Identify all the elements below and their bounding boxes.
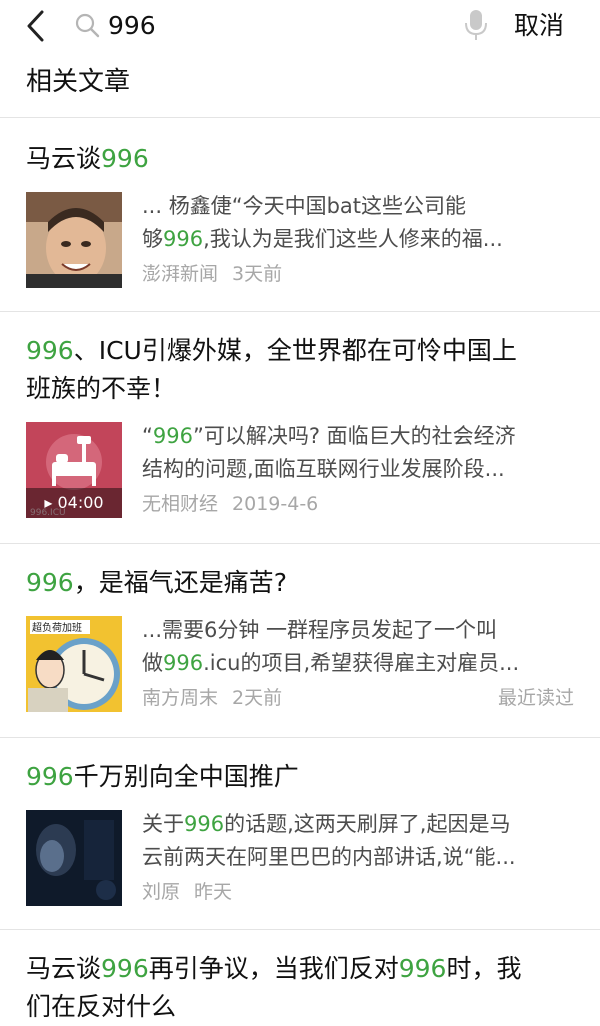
related-articles-header: 相关文章	[0, 52, 600, 118]
article-item[interactable]: 马云谈996再引争议，当我们反对996时，我 们在反对什么	[0, 930, 600, 1025]
article-title: 马云谈996	[26, 144, 149, 173]
article-snippet: ... 杨鑫倢“今天中国bat这些公司能 够996,我认为是我们这些人修来的福.…	[142, 194, 503, 251]
microphone-icon[interactable]	[464, 9, 488, 41]
article-title: 996、ICU引爆外媒，全世界都在可怜中国上 班族的不幸！	[26, 336, 517, 403]
article-source: 南方周末	[142, 687, 219, 709]
article-date: 2天前	[232, 687, 283, 709]
article-item[interactable]: 996，是福气还是痛苦? 超负荷加班 ...需要6分钟 一群程序员发起了一个叫 …	[0, 544, 600, 738]
search-input[interactable]	[108, 7, 448, 43]
article-date: 3天前	[232, 263, 283, 285]
article-item[interactable]: 马云谈996 ... 杨鑫倢“今天中国bat这些公司能 够996,我认为是我们这…	[0, 118, 600, 312]
article-snippet: 关于996的话题,这两天刷屏了,起因是马 云前两天在阿里巴巴的内部讲话,说“能.…	[142, 812, 516, 869]
article-source: 澎湃新闻	[142, 263, 219, 285]
article-thumbnail	[26, 810, 122, 906]
recently-read-badge: 最近读过	[497, 687, 574, 709]
section-title: 相关文章	[26, 67, 131, 97]
article-date: 昨天	[194, 881, 233, 903]
cancel-button[interactable]: 取消	[514, 6, 594, 46]
article-meta: 刘原 昨天	[142, 878, 232, 906]
back-button[interactable]	[18, 6, 54, 46]
article-meta: 无相财经 2019-4-6	[142, 490, 318, 518]
thumbnail-caption: 超负荷加班	[32, 621, 82, 634]
article-snippet: ...需要6分钟 一群程序员发起了一个叫 做996.icu的项目,希望获得雇主对…	[142, 618, 520, 675]
article-video-thumbnail[interactable]: 996.ICU ▸ 04:00	[26, 422, 122, 518]
article-title: 马云谈996再引争议，当我们反对996时，我 们在反对什么	[26, 954, 522, 1021]
search-bar: 取消	[0, 0, 600, 52]
video-duration: ▸ 04:00	[26, 488, 122, 518]
article-thumbnail	[26, 192, 122, 288]
chevron-left-icon	[27, 10, 44, 42]
article-item[interactable]: 996、ICU引爆外媒，全世界都在可怜中国上 班族的不幸！ 996.ICU ▸ …	[0, 312, 600, 544]
article-source: 刘原	[142, 881, 181, 903]
article-meta: 南方周末 2天前	[142, 684, 282, 712]
article-title: 996千万别向全中国推广	[26, 762, 299, 791]
article-item[interactable]: 996千万别向全中国推广 关于996的话题,这两天刷屏了,起因是马 云前两天在阿…	[0, 738, 600, 930]
article-title: 996，是福气还是痛苦?	[26, 568, 287, 597]
article-source: 无相财经	[142, 493, 219, 515]
article-date: 2019-4-6	[232, 493, 319, 515]
article-thumbnail: 超负荷加班	[26, 616, 122, 712]
article-snippet: “996”可以解决吗? 面临巨大的社会经济 结构的问题,面临互联网行业发展阶段.…	[142, 424, 516, 481]
article-meta: 澎湃新闻 3天前	[142, 260, 282, 288]
search-icon	[75, 13, 100, 38]
